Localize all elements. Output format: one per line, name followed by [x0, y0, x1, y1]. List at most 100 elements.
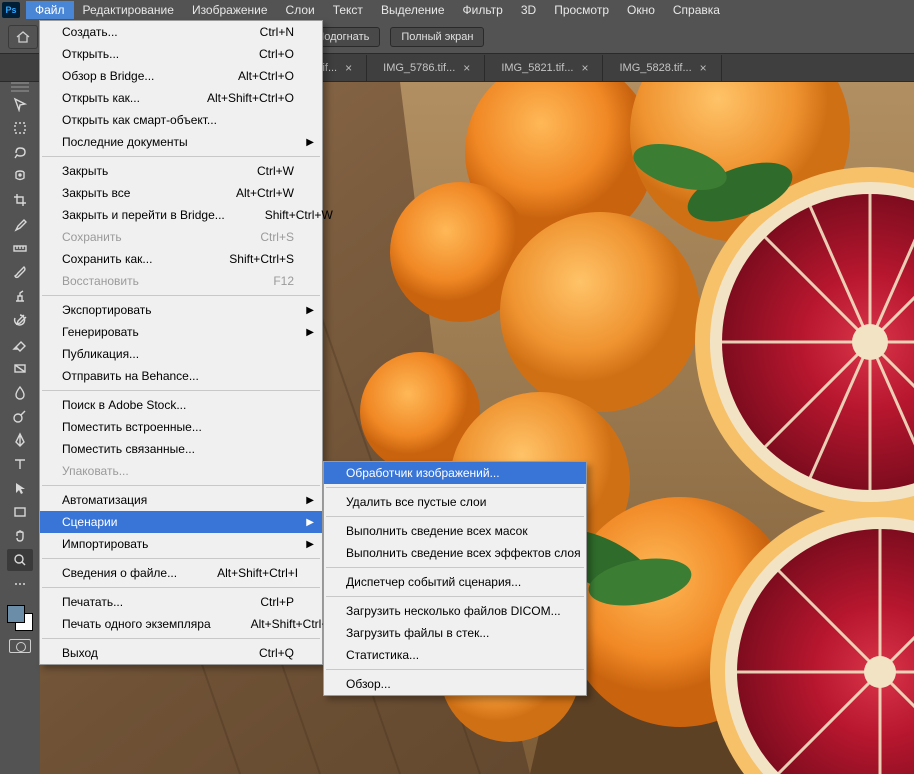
- close-icon[interactable]: ×: [345, 61, 352, 75]
- menubar-item-справка[interactable]: Справка: [664, 1, 729, 19]
- menu-shortcut: Ctrl+W: [217, 164, 294, 178]
- home-button[interactable]: [8, 25, 38, 49]
- scripts-menu-item[interactable]: Выполнить сведение всех масок: [324, 520, 586, 542]
- tool-lasso[interactable]: [7, 141, 33, 163]
- file-menu-item[interactable]: Поиск в Adobe Stock...: [40, 394, 322, 416]
- tool-dodge[interactable]: [7, 405, 33, 427]
- menubar-item-3d[interactable]: 3D: [512, 1, 545, 19]
- eraser-icon: [12, 336, 28, 352]
- menu-item-label: Упаковать...: [62, 464, 129, 478]
- tool-marquee[interactable]: [7, 117, 33, 139]
- document-tab[interactable]: IMG_5786.tif...×: [367, 55, 485, 81]
- file-menu-item[interactable]: Печатать...Ctrl+P: [40, 591, 322, 613]
- menubar-item-выделение[interactable]: Выделение: [372, 1, 454, 19]
- tool-zoom[interactable]: [7, 549, 33, 571]
- panel-grip[interactable]: [11, 86, 29, 88]
- tool-type[interactable]: [7, 453, 33, 475]
- menubar-item-окно[interactable]: Окно: [618, 1, 664, 19]
- menu-shortcut: Alt+Shift+Ctrl+I: [177, 566, 298, 580]
- menubar-item-просмотр[interactable]: Просмотр: [545, 1, 618, 19]
- menu-item-label: Публикация...: [62, 347, 139, 361]
- tool-brush[interactable]: [7, 261, 33, 283]
- menubar-item-фильтр[interactable]: Фильтр: [454, 1, 512, 19]
- tool-hand[interactable]: [7, 525, 33, 547]
- file-menu-item[interactable]: Закрыть всеAlt+Ctrl+W: [40, 182, 322, 204]
- tool-move[interactable]: [7, 93, 33, 115]
- file-menu-item[interactable]: Поместить связанные...: [40, 438, 322, 460]
- file-menu-item[interactable]: Закрыть и перейти в Bridge...Shift+Ctrl+…: [40, 204, 322, 226]
- file-menu-item[interactable]: Поместить встроенные...: [40, 416, 322, 438]
- scripts-menu-item[interactable]: Загрузить несколько файлов DICOM...: [324, 600, 586, 622]
- menu-item-label: Обработчик изображений...: [346, 466, 500, 480]
- menu-item-label: Отправить на Behance...: [62, 369, 199, 383]
- submenu-arrow-icon: ▶: [306, 539, 314, 550]
- close-icon[interactable]: ×: [700, 61, 707, 75]
- file-menu-item[interactable]: Публикация...: [40, 343, 322, 365]
- hand-icon: [12, 528, 28, 544]
- file-menu-item[interactable]: Последние документы▶: [40, 131, 322, 153]
- tool-more[interactable]: [7, 573, 33, 595]
- menu-separator: [42, 295, 320, 296]
- tool-rectangle[interactable]: [7, 501, 33, 523]
- tool-history-brush[interactable]: [7, 309, 33, 331]
- tab-label: IMG_5821.tif...: [501, 62, 573, 74]
- file-menu-item[interactable]: Сценарии▶: [40, 511, 322, 533]
- scripts-menu-item[interactable]: Загрузить файлы в стек...: [324, 622, 586, 644]
- submenu-arrow-icon: ▶: [306, 305, 314, 316]
- file-menu-item[interactable]: Генерировать▶: [40, 321, 322, 343]
- close-icon[interactable]: ×: [581, 61, 588, 75]
- file-menu-item[interactable]: Отправить на Behance...: [40, 365, 322, 387]
- menubar-item-изображение[interactable]: Изображение: [183, 1, 277, 19]
- tool-path-select[interactable]: [7, 477, 33, 499]
- tool-ruler[interactable]: [7, 237, 33, 259]
- tool-quick-select[interactable]: [7, 165, 33, 187]
- menu-item-label: Загрузить файлы в стек...: [346, 626, 489, 640]
- move-icon: [12, 96, 28, 112]
- document-tab[interactable]: IMG_5821.tif... ×: [485, 55, 603, 81]
- scripts-menu-item[interactable]: Диспетчер событий сценария...: [324, 571, 586, 593]
- scripts-menu-item[interactable]: Статистика...: [324, 644, 586, 666]
- eyedropper-icon: [12, 216, 28, 232]
- file-menu-item[interactable]: Создать...Ctrl+N: [40, 21, 322, 43]
- submenu-arrow-icon: ▶: [306, 137, 314, 148]
- tool-pen[interactable]: [7, 429, 33, 451]
- tool-clone[interactable]: [7, 285, 33, 307]
- file-menu-item[interactable]: Импортировать▶: [40, 533, 322, 555]
- tool-gradient[interactable]: [7, 357, 33, 379]
- file-menu-item[interactable]: Открыть как...Alt+Shift+Ctrl+O: [40, 87, 322, 109]
- menu-shortcut: F12: [233, 274, 294, 288]
- menubar-item-слои[interactable]: Слои: [277, 1, 324, 19]
- menu-item-label: Сохранить как...: [62, 252, 152, 266]
- color-swatches[interactable]: [5, 603, 35, 633]
- menu-separator: [326, 516, 584, 517]
- file-menu-item[interactable]: Сведения о файле...Alt+Shift+Ctrl+I: [40, 562, 322, 584]
- file-menu-item[interactable]: Автоматизация▶: [40, 489, 322, 511]
- close-icon[interactable]: ×: [463, 61, 470, 75]
- menu-item-label: Удалить все пустые слои: [346, 495, 486, 509]
- menubar-item-редактирование[interactable]: Редактирование: [74, 1, 183, 19]
- scripts-menu-item[interactable]: Выполнить сведение всех эффектов слоя: [324, 542, 586, 564]
- file-menu-item[interactable]: Экспортировать▶: [40, 299, 322, 321]
- foreground-color[interactable]: [7, 605, 25, 623]
- file-menu-item[interactable]: Открыть...Ctrl+O: [40, 43, 322, 65]
- scripts-menu-item[interactable]: Обзор...: [324, 673, 586, 695]
- tool-blur[interactable]: [7, 381, 33, 403]
- menubar-item-текст[interactable]: Текст: [324, 1, 372, 19]
- file-menu-item[interactable]: Открыть как смарт-объект...: [40, 109, 322, 131]
- tool-eraser[interactable]: [7, 333, 33, 355]
- document-tab[interactable]: IMG_5828.tif...×: [603, 55, 721, 81]
- tool-crop[interactable]: [7, 189, 33, 211]
- file-menu-item[interactable]: Сохранить как...Shift+Ctrl+S: [40, 248, 322, 270]
- fullscreen-button[interactable]: Полный экран: [390, 27, 484, 47]
- menu-shortcut: Ctrl+O: [219, 47, 294, 61]
- quick-mask-icon[interactable]: [9, 639, 31, 653]
- file-menu-item[interactable]: Печать одного экземпляраAlt+Shift+Ctrl+P: [40, 613, 322, 635]
- scripts-menu-item[interactable]: Обработчик изображений...: [324, 462, 586, 484]
- menubar-item-файл[interactable]: Файл: [26, 1, 74, 19]
- file-menu-item[interactable]: Обзор в Bridge...Alt+Ctrl+O: [40, 65, 322, 87]
- scripts-menu-item[interactable]: Удалить все пустые слои: [324, 491, 586, 513]
- file-menu-item[interactable]: ВыходCtrl+Q: [40, 642, 322, 664]
- tool-eyedropper[interactable]: [7, 213, 33, 235]
- menu-item-label: Открыть как...: [62, 91, 140, 105]
- file-menu-item[interactable]: ЗакрытьCtrl+W: [40, 160, 322, 182]
